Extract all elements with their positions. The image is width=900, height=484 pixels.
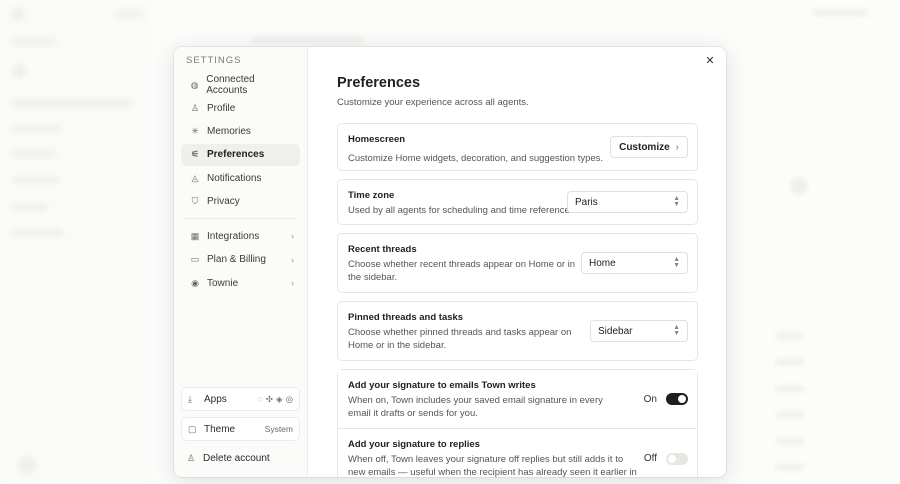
setting-control: On: [644, 393, 688, 405]
card-icon: ▭: [190, 254, 200, 265]
whatsapp-icon: ◎: [285, 393, 293, 404]
settings-modal: SETTINGS ◍ Connected Accounts ♙ Profile …: [174, 47, 726, 477]
shield-icon: ⛉: [191, 195, 199, 206]
homescreen-setting: Homescreen Customize Home widgets, decor…: [337, 123, 698, 171]
windows-icon: ✣: [265, 393, 274, 404]
setting-control: Customize ›: [610, 136, 688, 158]
recent-threads-setting: Recent threads Choose whether recent thr…: [337, 233, 698, 293]
signature-replies-toggle[interactable]: [666, 452, 688, 465]
telegram-icon: ◈: [276, 393, 283, 404]
setting-description: When off, Town leaves your signature off…: [348, 454, 637, 477]
nav-item-label: Privacy: [207, 195, 240, 207]
signature-writes-toggle[interactable]: [666, 393, 688, 405]
nav-item-label: Preferences: [207, 149, 265, 161]
sliders-icon: ⚟: [190, 149, 200, 160]
person-icon: ♙: [190, 102, 200, 113]
nav-item-label: Profile: [207, 102, 236, 114]
updown-chevron-icon: ▲ ▼: [673, 195, 680, 208]
theme-selector[interactable]: ▢ Theme System: [181, 417, 300, 441]
setting-description: Choose whether recent threads appear on …: [348, 259, 576, 283]
setting-title: Add your signature to emails Town writes: [348, 380, 536, 391]
download-icon: ⤓: [188, 393, 192, 404]
pinned-threads-select[interactable]: Sidebar ▲ ▼: [590, 320, 688, 342]
nav-divider: [183, 218, 298, 220]
nav-item-label: Notifications: [207, 172, 262, 184]
toggle-row: Off: [643, 452, 688, 465]
pinned-threads-setting: Pinned threads and tasks Choose whether …: [337, 301, 698, 361]
select-value: Paris: [575, 196, 598, 208]
setting-control: Paris ▲ ▼: [567, 191, 688, 213]
bell-icon: ◬: [191, 172, 199, 183]
nav-item-label: Integrations: [207, 230, 260, 242]
toggle-state-label: On: [643, 393, 657, 405]
nav-item-label: Plan & Billing: [207, 254, 266, 266]
setting-control: Home ▲ ▼: [581, 252, 688, 274]
toggle-row: On: [644, 393, 688, 405]
nav-item-townie[interactable]: ◉ Townie ›: [181, 272, 300, 294]
delete-account-label: Delete account: [203, 452, 270, 464]
page-title: Preferences: [337, 75, 421, 91]
theme-label: Theme: [204, 423, 236, 435]
signature-writes-setting: Add your signature to emails Town writes…: [338, 370, 697, 428]
nav-item-integrations[interactable]: ▦ Integrations ›: [181, 225, 300, 247]
globe-icon: ◍: [190, 79, 199, 90]
chevron-right-icon: ›: [675, 141, 679, 153]
apple-icon: ◌: [257, 393, 263, 404]
chevron-right-icon: ›: [291, 254, 294, 265]
sidebar-footer: ⤓ Apps ◌ ✣ ◈ ◎ ▢ Theme System ♙ Delete a…: [181, 387, 300, 469]
nav-item-plan-billing[interactable]: ▭ Plan & Billing ›: [181, 249, 300, 271]
nav-item-privacy[interactable]: ⛉ Privacy: [181, 190, 300, 212]
nav-item-memories[interactable]: ✳ Memories: [181, 121, 300, 143]
settings-sidebar: SETTINGS ◍ Connected Accounts ♙ Profile …: [174, 47, 308, 477]
select-value: Home: [589, 257, 616, 269]
updown-chevron-icon: ▲ ▼: [673, 324, 680, 337]
setting-control: Off: [643, 452, 688, 465]
preferences-panel: ✕ Preferences Customize your experience …: [308, 47, 726, 477]
signature-settings-group: Add your signature to emails Town writes…: [337, 369, 698, 477]
page-subtitle: Customize your experience across all age…: [337, 97, 529, 108]
toggle-knob: [678, 395, 686, 403]
timezone-setting: Time zone Used by all agents for schedul…: [337, 179, 698, 225]
nav-item-preferences[interactable]: ⚟ Preferences: [181, 143, 300, 166]
chevron-right-icon: ›: [291, 278, 294, 289]
apps-label: Apps: [204, 393, 227, 405]
nav-item-notifications[interactable]: ◬ Notifications: [181, 167, 300, 189]
setting-control: Sidebar ▲ ▼: [590, 320, 688, 342]
settings-heading: SETTINGS: [186, 55, 242, 66]
grid-icon: ▦: [190, 230, 200, 241]
close-icon[interactable]: ✕: [703, 54, 717, 68]
nav-item-profile[interactable]: ♙ Profile: [181, 97, 300, 119]
setting-description: When on, Town includes your saved email …: [348, 395, 603, 419]
setting-description: Choose whether pinned threads and tasks …: [348, 327, 572, 351]
theme-value: System: [264, 424, 293, 434]
recent-threads-select[interactable]: Home ▲ ▼: [581, 252, 688, 274]
timezone-select[interactable]: Paris ▲ ▼: [567, 191, 688, 213]
chevron-right-icon: ›: [291, 231, 294, 242]
delete-account-button[interactable]: ♙ Delete account: [181, 447, 300, 469]
user-icon: ♙: [187, 452, 196, 463]
select-value: Sidebar: [598, 325, 633, 337]
bot-icon: ◉: [191, 277, 199, 288]
apps-button[interactable]: ⤓ Apps ◌ ✣ ◈ ◎: [181, 387, 300, 411]
toggle-knob: [668, 454, 676, 463]
nav-item-label: Townie: [207, 277, 239, 289]
customize-label: Customize: [619, 141, 670, 153]
nav-item-label: Memories: [207, 126, 251, 138]
setting-title: Add your signature to replies: [348, 439, 480, 450]
nav-item-connected-accounts[interactable]: ◍ Connected Accounts: [181, 74, 300, 96]
sparkle-icon: ✳: [191, 126, 199, 137]
updown-chevron-icon: ▲ ▼: [673, 256, 680, 269]
nav-item-label: Connected Accounts: [206, 74, 255, 96]
customize-button[interactable]: Customize ›: [610, 136, 688, 158]
signature-replies-setting: Add your signature to replies When off, …: [338, 428, 697, 477]
monitor-icon: ▢: [188, 423, 197, 434]
platform-icons: ◌ ✣ ◈ ◎: [258, 394, 293, 405]
toggle-state-label: Off: [643, 453, 657, 464]
